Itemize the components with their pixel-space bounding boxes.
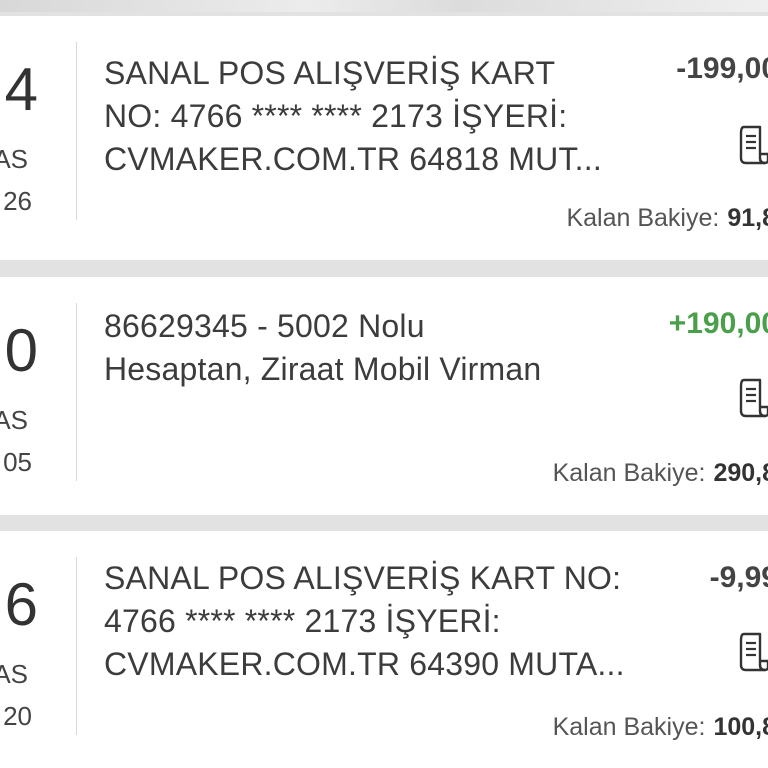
transaction-amount: -9,99 [709,561,768,594]
transaction-list: 4 AS 26 SANAL POS ALIŞVERİŞ KART NO: 476… [0,0,768,768]
remaining-balance: Kalan Bakiye:290,8 [553,459,768,488]
receipt-icon[interactable] [738,631,768,673]
remaining-balance: Kalan Bakiye:100,8 [553,713,768,742]
description-line: NO: 4766 **** **** 2173 İŞYERİ: [104,98,568,134]
date-day: 0 [4,317,38,384]
description-line: 86629345 - 5002 Nolu [104,308,425,344]
transaction-description: SANAL POS ALIŞVERİŞ KART NO: 4766 **** *… [104,557,634,686]
previous-card-edge [0,0,768,12]
transaction-amount: -199,00 [676,52,768,85]
date-divider [76,303,77,481]
description-line: CVMAKER.COM.TR 64818 MUT... [104,141,602,177]
transaction-description: 86629345 - 5002 Nolu Hesaptan, Ziraat Mo… [104,305,634,391]
transaction-card[interactable]: 6 AS 20 SANAL POS ALIŞVERİŞ KART NO: 476… [0,531,768,768]
transaction-card[interactable]: 0 AS 05 86629345 - 5002 Nolu Hesaptan, Z… [0,277,768,515]
transaction-date: 4 AS 26 [0,16,76,260]
transaction-amount: +190,00 [668,307,768,340]
description-line: Hesaptan, Ziraat Mobil Virman [104,351,542,387]
date-divider [76,42,77,220]
date-year: 26 [3,186,32,216]
balance-label: Kalan Bakiye: [566,204,720,232]
transaction-date: 6 AS 20 [0,531,76,768]
description-line: SANAL POS ALIŞVERİŞ KART NO: [104,560,622,596]
date-year: 20 [3,701,32,731]
balance-value: 290,8 [713,459,768,487]
date-month: AS [0,405,28,435]
transaction-description: SANAL POS ALIŞVERİŞ KART NO: 4766 **** *… [104,52,634,181]
date-month: AS [0,144,28,174]
date-day: 4 [4,56,38,123]
description-line: CVMAKER.COM.TR 64390 MUTA... [104,646,625,682]
receipt-icon[interactable] [738,377,768,419]
date-divider [76,557,77,735]
date-month: AS [0,659,28,689]
date-year: 05 [3,447,32,477]
balance-value: 100,8 [713,713,768,741]
receipt-icon[interactable] [738,124,768,166]
balance-label: Kalan Bakiye: [552,459,706,487]
date-day: 6 [4,571,38,638]
remaining-balance: Kalan Bakiye:91,8 [566,204,768,233]
balance-value: 91,8 [727,204,768,232]
transaction-date: 0 AS 05 [0,277,76,515]
description-line: SANAL POS ALIŞVERİŞ KART [104,55,556,91]
balance-label: Kalan Bakiye: [552,713,706,741]
transaction-card[interactable]: 4 AS 26 SANAL POS ALIŞVERİŞ KART NO: 476… [0,16,768,260]
description-line: 4766 **** **** 2173 İŞYERİ: [104,603,501,639]
